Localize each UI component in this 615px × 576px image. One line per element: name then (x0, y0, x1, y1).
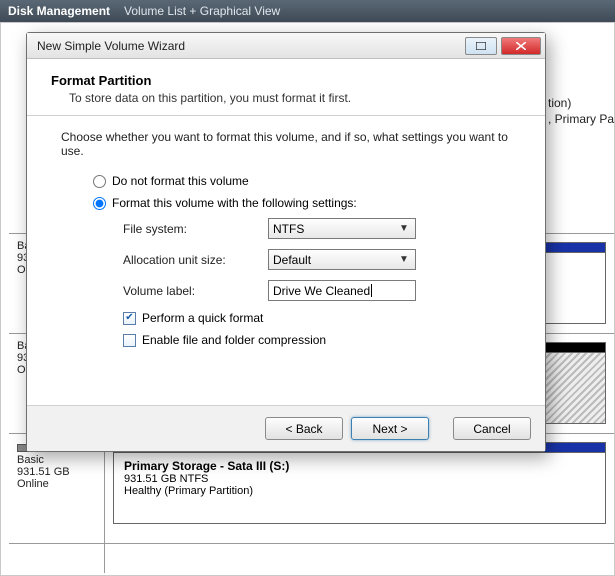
file-system-select[interactable]: NTFS ▼ (268, 218, 416, 239)
cancel-button[interactable]: Cancel (453, 417, 531, 440)
close-button[interactable] (501, 37, 541, 55)
radio-format[interactable] (93, 197, 106, 210)
volume-sub2: Healthy (Primary Partition) (124, 485, 595, 497)
volume-label-label: Volume label: (123, 284, 268, 298)
divider (27, 115, 545, 116)
volume-sub1: 931.51 GB NTFS (124, 473, 595, 485)
page-description: Choose whether you want to format this v… (61, 130, 521, 158)
quick-format-label: Perform a quick format (142, 311, 263, 325)
volume-name: Primary Storage - Sata III (S:) (124, 459, 595, 473)
dialog-title: New Simple Volume Wizard (37, 39, 185, 53)
next-button[interactable]: Next > (351, 417, 429, 440)
quick-format-checkbox[interactable]: ✔ (123, 312, 136, 325)
volume-box-disk2[interactable]: Primary Storage - Sata III (S:) 931.51 G… (113, 442, 606, 524)
compression-label: Enable file and folder compression (142, 333, 326, 347)
chevron-down-icon: ▼ (397, 254, 411, 265)
disk-status: Online (17, 478, 96, 490)
back-button[interactable]: < Back (265, 417, 343, 440)
page-heading: Format Partition (51, 69, 521, 88)
disk-row-cutoff (9, 543, 614, 573)
file-system-label: File system: (123, 222, 268, 236)
allocation-unit-select[interactable]: Default ▼ (268, 249, 416, 270)
dialog-titlebar[interactable]: New Simple Volume Wizard (27, 33, 545, 59)
compression-checkbox[interactable] (123, 334, 136, 347)
wizard-dialog: New Simple Volume Wizard Format Partitio… (26, 32, 546, 452)
app-subtitle: Volume List + Graphical View (124, 4, 280, 18)
disk-type: Basic (17, 454, 96, 466)
file-system-value: NTFS (273, 222, 304, 236)
volume-label-value: Drive We Cleaned (273, 284, 370, 298)
allocation-unit-label: Allocation unit size: (123, 253, 268, 267)
background-text-peek: tion) , Primary Pa (548, 95, 614, 127)
disk-size: 931.51 GB (17, 466, 96, 478)
app-header: Disk Management Volume List + Graphical … (0, 0, 615, 22)
maximize-button[interactable] (465, 37, 497, 55)
allocation-unit-value: Default (273, 253, 311, 267)
app-title: Disk Management (8, 4, 110, 18)
page-subheading: To store data on this partition, you mus… (51, 88, 521, 115)
chevron-down-icon: ▼ (397, 223, 411, 234)
radio-format-label: Format this volume with the following se… (112, 196, 357, 210)
radio-do-not-format-label: Do not format this volume (112, 174, 249, 188)
volume-label-input[interactable]: Drive We Cleaned (268, 280, 416, 301)
radio-do-not-format[interactable] (93, 175, 106, 188)
